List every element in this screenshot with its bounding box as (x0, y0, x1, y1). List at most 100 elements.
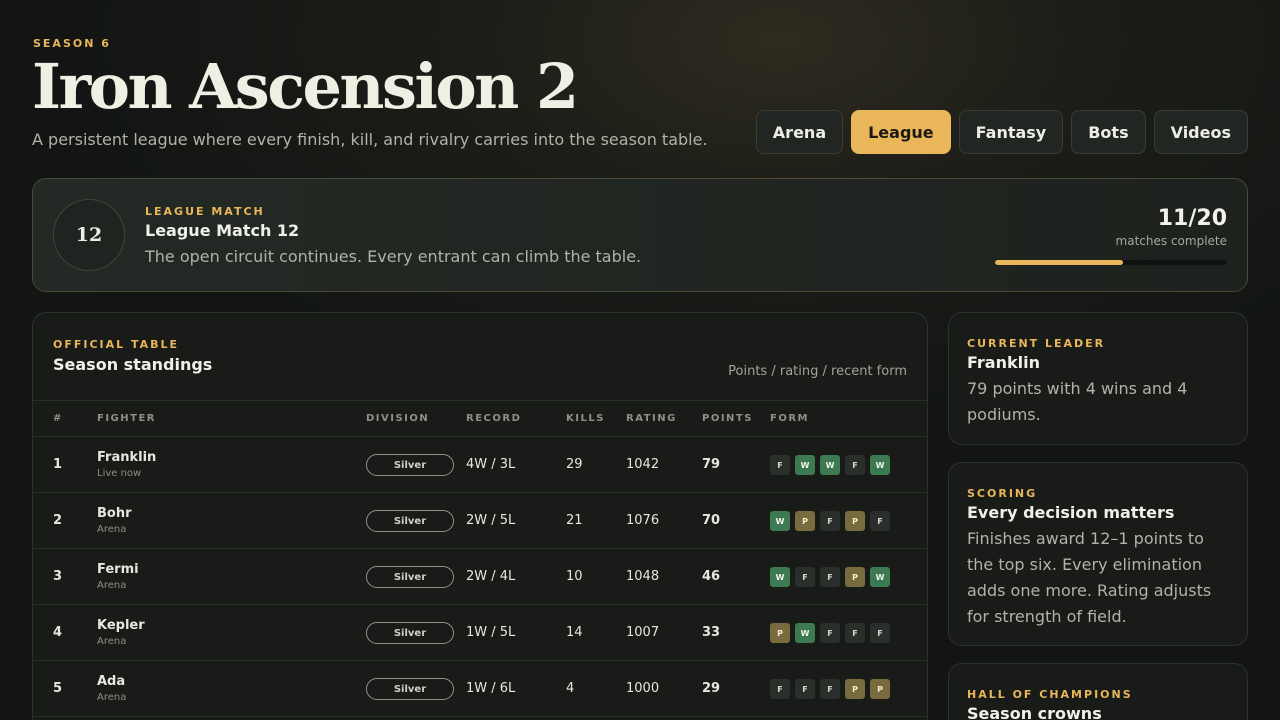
form-chips: W F F P W (770, 567, 890, 587)
row-rank: 5 (53, 681, 63, 696)
kills-value: 10 (566, 569, 583, 584)
league-match-banner: 12 LEAGUE MATCH League Match 12 The open… (32, 178, 1248, 292)
form-chip: P (795, 511, 815, 531)
tab-arena[interactable]: Arena (755, 110, 844, 154)
points-value: 79 (702, 457, 721, 472)
form-chip: F (820, 623, 840, 643)
scoring-body: Finishes award 12–1 points to the top si… (967, 529, 1212, 626)
progress-count: 11/20 (1157, 206, 1227, 231)
leader-summary: 79 points with 4 wins and 4 podiums. (967, 379, 1188, 424)
fighter-name[interactable]: Bohr (97, 506, 132, 521)
form-chip: P (845, 567, 865, 587)
kills-value: 29 (566, 457, 583, 472)
scoring-card: SCORING Every decision matters Finishes … (948, 462, 1248, 646)
fighter-status: Live now (97, 468, 142, 479)
form-chip: F (820, 679, 840, 699)
record-value: 4W / 3L (466, 457, 516, 472)
rating-value: 1000 (626, 681, 660, 696)
col-fighter[interactable]: FIGHTER (97, 413, 156, 424)
fighter-status: Arena (97, 580, 127, 591)
form-chip: W (770, 511, 790, 531)
row-rank: 1 (53, 457, 63, 472)
form-chip: F (820, 511, 840, 531)
page-subtitle: A persistent league where every finish, … (32, 130, 708, 149)
progress-bar (995, 260, 1227, 265)
current-leader-card: CURRENT LEADER Franklin 79 points with 4… (948, 312, 1248, 445)
form-chip: F (795, 679, 815, 699)
form-chip: P (845, 679, 865, 699)
match-number-badge: 12 (53, 199, 125, 271)
standings-note: Points / rating / recent form (728, 364, 907, 379)
kills-value: 14 (566, 625, 583, 640)
form-chip: W (770, 567, 790, 587)
division-badge: Silver (366, 566, 454, 588)
col-rating[interactable]: RATING (626, 413, 677, 424)
form-chips: P W F F F (770, 623, 890, 643)
table-row[interactable]: 4 Kepler Arena Silver 1W / 5L 14 1007 33… (33, 605, 927, 661)
match-eyebrow: LEAGUE MATCH (145, 205, 265, 218)
form-chip: W (795, 623, 815, 643)
fighter-status: Arena (97, 636, 127, 647)
col-points[interactable]: POINTS (702, 413, 753, 424)
table-row[interactable]: 2 Bohr Arena Silver 2W / 5L 21 1076 70 W… (33, 493, 927, 549)
fighter-name[interactable]: Kepler (97, 618, 145, 633)
page-title: Iron Ascension 2 (32, 50, 579, 123)
rating-value: 1048 (626, 569, 660, 584)
form-chip: W (795, 455, 815, 475)
table-row[interactable]: 3 Fermi Arena Silver 2W / 4L 10 1048 46 … (33, 549, 927, 605)
kills-value: 21 (566, 513, 583, 528)
standings-card: OFFICIAL TABLE Season standings Points /… (32, 312, 928, 720)
table-row[interactable]: 5 Ada Arena Silver 1W / 6L 4 1000 29 F F… (33, 661, 927, 717)
form-chip: F (845, 455, 865, 475)
points-value: 29 (702, 681, 721, 696)
form-chip: P (845, 511, 865, 531)
hall-of-champions-card: HALL OF CHAMPIONS Season crowns (948, 663, 1248, 720)
progress-bar-fill (995, 260, 1123, 265)
col-form: FORM (770, 413, 809, 424)
form-chip: F (795, 567, 815, 587)
champions-eyebrow: HALL OF CHAMPIONS (967, 688, 1133, 701)
fighter-status: Arena (97, 692, 127, 703)
form-chip: F (870, 511, 890, 531)
points-value: 46 (702, 569, 721, 584)
rating-value: 1007 (626, 625, 660, 640)
division-badge: Silver (366, 678, 454, 700)
form-chips: F F F P P (770, 679, 890, 699)
rating-value: 1042 (626, 457, 660, 472)
tab-videos[interactable]: Videos (1153, 110, 1248, 154)
division-badge: Silver (366, 454, 454, 476)
form-chip: F (770, 455, 790, 475)
tab-league[interactable]: League (851, 110, 951, 154)
leader-name: Franklin (967, 353, 1040, 372)
points-value: 33 (702, 625, 721, 640)
scoring-title: Every decision matters (967, 503, 1175, 522)
tab-fantasy[interactable]: Fantasy (958, 110, 1064, 154)
fighter-name[interactable]: Ada (97, 674, 125, 689)
division-badge: Silver (366, 510, 454, 532)
col-rank[interactable]: # (53, 413, 63, 424)
table-header: # FIGHTER DIVISION RECORD KILLS RATING P… (33, 400, 927, 437)
rating-value: 1076 (626, 513, 660, 528)
standings-eyebrow: OFFICIAL TABLE (53, 338, 180, 351)
form-chip: P (870, 679, 890, 699)
row-rank: 3 (53, 569, 63, 584)
fighter-name[interactable]: Franklin (97, 450, 156, 465)
col-record[interactable]: RECORD (466, 413, 521, 424)
standings-title: Season standings (53, 355, 213, 374)
tab-bots[interactable]: Bots (1071, 110, 1146, 154)
form-chips: F W W F W (770, 455, 890, 475)
col-kills[interactable]: KILLS (566, 413, 605, 424)
form-chip: W (870, 455, 890, 475)
fighter-name[interactable]: Fermi (97, 562, 139, 577)
season-label: SEASON 6 (33, 37, 111, 50)
row-rank: 2 (53, 513, 63, 528)
form-chip: P (770, 623, 790, 643)
form-chip: F (820, 567, 840, 587)
mode-tabs: Arena League Fantasy Bots Videos (755, 110, 1248, 154)
record-value: 2W / 4L (466, 569, 516, 584)
table-row[interactable]: 1 Franklin Live now Silver 4W / 3L 29 10… (33, 437, 927, 493)
record-value: 1W / 6L (466, 681, 516, 696)
col-division[interactable]: DIVISION (366, 413, 429, 424)
record-value: 1W / 5L (466, 625, 516, 640)
form-chip: W (870, 567, 890, 587)
